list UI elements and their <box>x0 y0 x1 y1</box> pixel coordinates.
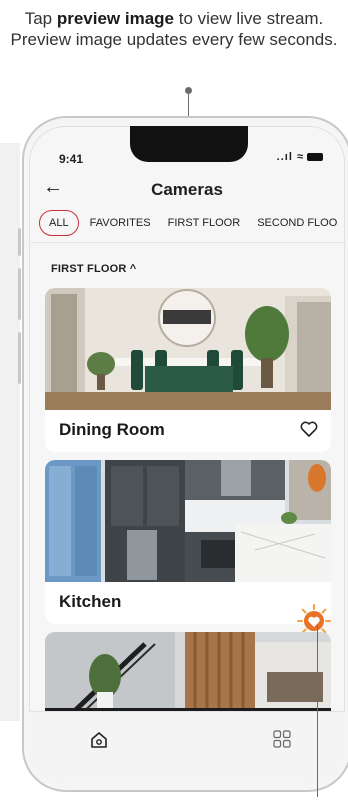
camera-name: Kitchen <box>59 592 122 611</box>
phone-side-button <box>18 228 21 256</box>
dining-room-preview-image[interactable] <box>45 288 331 410</box>
tab-all[interactable]: ALL <box>39 210 79 236</box>
status-time: 9:41 <box>59 152 84 166</box>
home-icon[interactable] <box>89 730 109 750</box>
status-icons: ..ıl ≈ <box>277 151 323 163</box>
heart-outline-icon[interactable] <box>299 419 319 439</box>
camera-card-kitchen: Kitchen <box>45 460 331 624</box>
signal-wifi-icon: ..ıl ≈ <box>276 151 304 163</box>
page-title: Cameras <box>151 180 223 199</box>
living-area-preview-image[interactable] <box>45 632 331 722</box>
kitchen-preview-image[interactable] <box>45 460 331 582</box>
side-panel <box>0 143 20 721</box>
tab-first-floor[interactable]: FIRST FLOOR <box>162 211 247 235</box>
phone-side-button <box>18 332 21 384</box>
divider <box>29 242 345 243</box>
camera-card-third <box>45 632 331 722</box>
callout-leader-line <box>317 625 318 797</box>
camera-card-dining-room: Dining Room <box>45 288 331 452</box>
section-title: FIRST FLOOR <box>51 263 127 275</box>
callout-text: Tap preview image to view live stream. P… <box>10 9 338 49</box>
section-header-first-floor[interactable]: FIRST FLOOR ^ <box>51 263 136 275</box>
camera-name: Dining Room <box>59 420 165 439</box>
chevron-up-icon: ^ <box>129 263 137 275</box>
tab-second-floor[interactable]: SECOND FLOO <box>251 211 343 235</box>
phone-side-button <box>18 268 21 320</box>
grid-icon[interactable] <box>273 730 291 748</box>
phone-screen: 9:41 ..ıl ≈ ← Cameras ALL FAVORITES FIRS… <box>29 126 345 782</box>
tab-bar: ALL FAVORITES FIRST FLOOR SECOND FLOO <box>39 210 345 236</box>
tab-favorites[interactable]: FAVORITES <box>84 211 157 235</box>
battery-icon <box>307 153 323 162</box>
bottom-nav <box>29 711 345 782</box>
notch <box>130 126 248 162</box>
